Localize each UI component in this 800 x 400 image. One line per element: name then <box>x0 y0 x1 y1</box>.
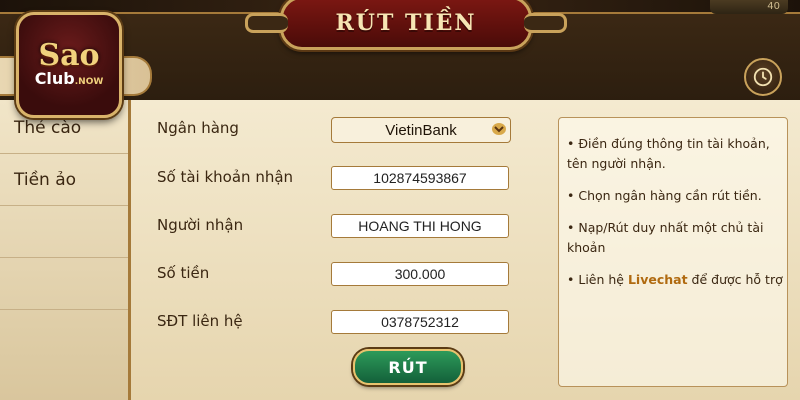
info-item-text: để được hỗ trợ <box>687 272 783 287</box>
info-item-text: Nạp/Rút duy nhất một chủ tài khoản <box>567 220 764 255</box>
account-number-input[interactable]: 102874593867 <box>331 166 509 190</box>
logo-sub-text: Club <box>34 68 75 88</box>
logo: Sao Club.NOW <box>16 12 122 118</box>
bank-selected-value: VietinBank <box>385 121 457 139</box>
top-badge: 40 <box>710 0 788 14</box>
withdraw-form-area: Ngân hàng VietinBank Số tài khoản nhận 1… <box>131 100 800 400</box>
sidebar-item-tien-ao[interactable]: Tiền ảo <box>0 154 128 206</box>
phone-label: SĐT liên hệ <box>157 312 243 330</box>
page-title: RÚT TIỀN <box>335 10 477 36</box>
sidebar-item-label: Thẻ cào <box>14 117 82 138</box>
amount-input[interactable]: 300.000 <box>331 262 509 286</box>
sidebar-empty-slot <box>0 310 128 362</box>
logo-sub: Club.NOW <box>34 68 104 90</box>
info-item-text: Điền đúng thông tin tài khoản, tên người… <box>567 136 770 171</box>
chevron-down-icon <box>492 123 506 135</box>
recipient-label: Người nhận <box>157 216 244 234</box>
history-clock-icon <box>753 67 773 87</box>
info-item: • Chọn ngân hàng cần rút tiền. <box>567 188 762 203</box>
info-item: • Nạp/Rút duy nhất một chủ tài khoản <box>567 220 764 255</box>
info-item-text: Chọn ngân hàng cần rút tiền. <box>578 188 762 203</box>
bank-label: Ngân hàng <box>157 119 239 137</box>
sidebar-empty-slot <box>0 258 128 310</box>
info-item: • Điền đúng thông tin tài khoản, tên ngư… <box>567 136 770 171</box>
recipient-input[interactable]: HOANG THI HONG <box>331 214 509 238</box>
phone-input[interactable]: 0378752312 <box>331 310 509 334</box>
sidebar-item-label: Tiền ảo <box>14 169 77 190</box>
title-banner: RÚT TIỀN <box>245 0 567 50</box>
account-number-label: Số tài khoản nhận <box>157 168 294 186</box>
sidebar: Thẻ cào Tiền ảo <box>0 100 131 400</box>
amount-label: Số tiền <box>157 264 210 282</box>
info-item: • Liên hệ Livechat để được hỗ trợ <box>567 272 783 287</box>
sidebar-empty-slot <box>0 206 128 258</box>
livechat-link[interactable]: Livechat <box>628 272 688 287</box>
info-item-text: Liên hệ <box>578 272 628 287</box>
bank-select[interactable]: VietinBank <box>331 117 511 143</box>
withdraw-screen: 40 RÚT TIỀN Thẻ cào Tiền ảo Sao Club.NOW… <box>0 0 800 400</box>
history-button[interactable] <box>744 58 782 96</box>
info-box: • Điền đúng thông tin tài khoản, tên ngư… <box>558 117 788 387</box>
withdraw-submit-button[interactable]: RÚT <box>353 349 463 385</box>
logo-suffix: .NOW <box>74 76 104 87</box>
logo-main-text: Sao <box>38 37 100 73</box>
